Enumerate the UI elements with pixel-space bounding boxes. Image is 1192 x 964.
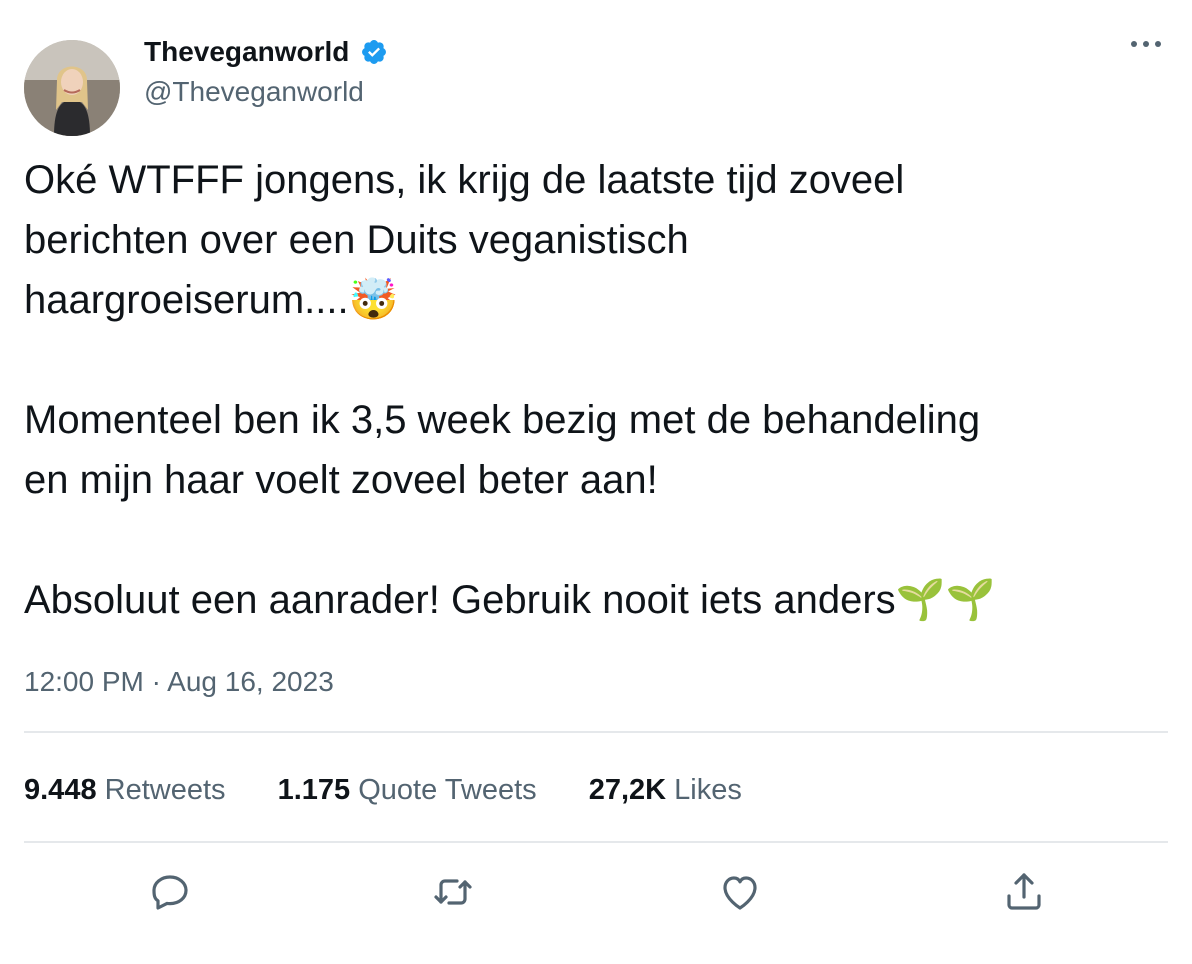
retweets-stat[interactable]: 9.448 Retweets xyxy=(24,768,226,812)
quote-tweets-label: Quote Tweets xyxy=(358,774,537,806)
avatar-image xyxy=(24,40,120,136)
reply-icon[interactable] xyxy=(146,868,194,916)
tweet-actions xyxy=(0,864,1192,924)
tweet-card: Theveganworld @Theveganworld Oké WTFFF j… xyxy=(0,0,1192,964)
author-handle[interactable]: @Theveganworld xyxy=(144,74,388,110)
like-icon[interactable] xyxy=(716,868,764,916)
retweet-icon[interactable] xyxy=(429,868,477,916)
likes-stat[interactable]: 27,2K Likes xyxy=(589,768,742,812)
retweets-count: 9.448 xyxy=(24,774,97,806)
share-icon[interactable] xyxy=(1000,868,1048,916)
tweet-header: Theveganworld @Theveganworld xyxy=(24,24,1168,136)
author-names: Theveganworld @Theveganworld xyxy=(144,34,388,110)
tweet-stats: 9.448 Retweets 1.175 Quote Tweets 27,2K … xyxy=(24,768,786,812)
avatar[interactable] xyxy=(24,40,120,136)
quote-tweets-count: 1.175 xyxy=(277,774,351,806)
likes-label: Likes xyxy=(674,774,742,806)
more-options-icon[interactable] xyxy=(1124,30,1168,58)
quote-tweets-stat[interactable]: 1.175 Quote Tweets xyxy=(278,768,537,812)
tweet-timestamp[interactable]: 12:00 PM · Aug 16, 2023 xyxy=(24,662,334,702)
divider xyxy=(24,841,1168,843)
retweets-label: Retweets xyxy=(104,774,226,806)
likes-count: 27,2K xyxy=(588,774,667,806)
display-name[interactable]: Theveganworld xyxy=(144,34,349,70)
tweet-text: Oké WTFFF jongens, ik krijg de laatste t… xyxy=(24,158,996,622)
verified-badge-icon xyxy=(360,38,388,66)
divider xyxy=(24,731,1168,733)
